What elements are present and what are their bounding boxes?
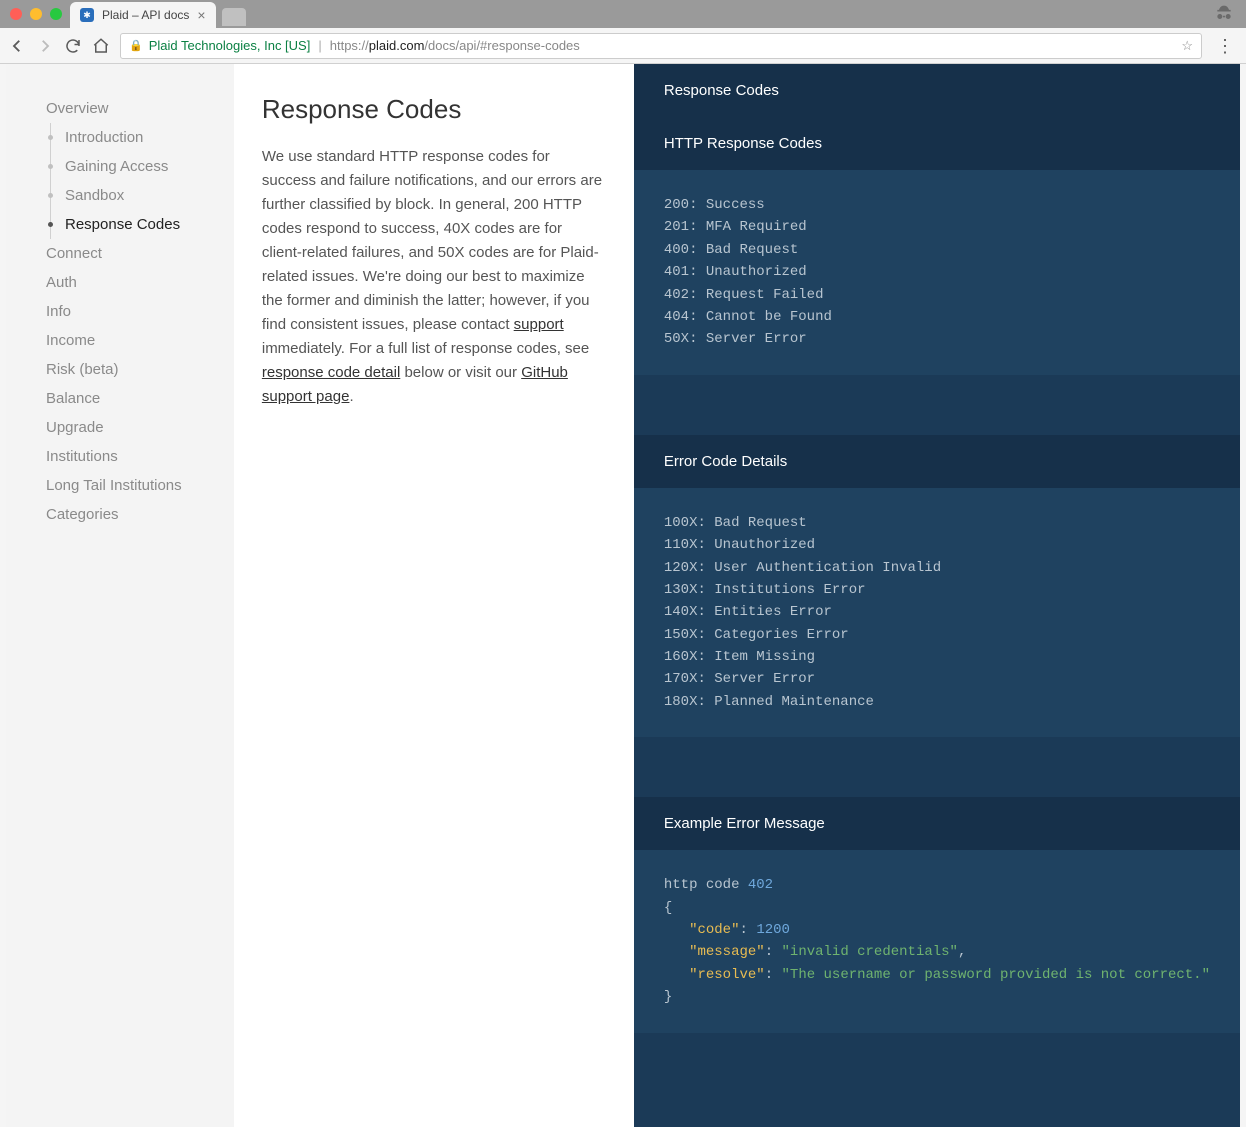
address-bar[interactable]: 🔒 Plaid Technologies, Inc [US] | https:/… <box>120 33 1202 59</box>
nav-forward-button[interactable] <box>36 37 54 55</box>
lock-icon: 🔒 <box>129 39 143 52</box>
code-title-response-codes: Response Codes <box>634 64 1240 117</box>
page-heading: Response Codes <box>262 94 606 125</box>
new-tab-button[interactable] <box>222 8 246 26</box>
sidebar-item-balance[interactable]: Balance <box>46 384 234 413</box>
url-display: https://plaid.com/docs/api/#response-cod… <box>330 38 580 53</box>
tab-title: Plaid – API docs <box>102 8 189 22</box>
cert-org-name: Plaid Technologies, Inc [US] <box>149 38 311 53</box>
code-title-http-response-codes: HTTP Response Codes <box>634 117 1240 170</box>
sidebar-item-risk[interactable]: Risk (beta) <box>46 355 234 384</box>
nav-home-button[interactable] <box>92 37 110 55</box>
window-minimize-button[interactable] <box>30 8 42 20</box>
example-error-block: http code 402 { "code": 1200 "message": … <box>634 850 1240 1032</box>
sidebar-item-long-tail-institutions[interactable]: Long Tail Institutions <box>46 471 234 500</box>
tab-close-icon[interactable]: × <box>197 7 205 23</box>
sidebar-item-institutions[interactable]: Institutions <box>46 442 234 471</box>
sidebar-item-income[interactable]: Income <box>46 326 234 355</box>
response-code-detail-link[interactable]: response code detail <box>262 364 400 381</box>
sidebar-subitem-introduction[interactable]: Introduction <box>51 123 234 152</box>
sidebar-item-auth[interactable]: Auth <box>46 268 234 297</box>
sidebar-subitem-gaining-access[interactable]: Gaining Access <box>51 152 234 181</box>
docs-sidebar: Overview Introduction Gaining Access San… <box>6 64 234 1127</box>
window-maximize-button[interactable] <box>50 8 62 20</box>
intro-paragraph: We use standard HTTP response codes for … <box>262 145 606 409</box>
nav-back-button[interactable] <box>8 37 26 55</box>
sidebar-item-info[interactable]: Info <box>46 297 234 326</box>
bookmark-star-icon[interactable]: ☆ <box>1181 38 1193 54</box>
titlebar: Plaid – API docs × <box>0 0 1246 28</box>
sidebar-item-upgrade[interactable]: Upgrade <box>46 413 234 442</box>
browser-toolbar: 🔒 Plaid Technologies, Inc [US] | https:/… <box>0 28 1246 64</box>
tab-strip: Plaid – API docs × <box>70 0 246 28</box>
main-text-column: Response Codes We use standard HTTP resp… <box>234 64 634 1127</box>
nav-reload-button[interactable] <box>64 37 82 55</box>
browser-menu-button[interactable]: ⋮ <box>1212 37 1238 55</box>
url-separator: | <box>318 38 321 53</box>
sidebar-overview-subitems: Introduction Gaining Access Sandbox Resp… <box>50 123 234 239</box>
page-body: Overview Introduction Gaining Access San… <box>0 64 1246 1127</box>
window-close-button[interactable] <box>10 8 22 20</box>
support-link[interactable]: support <box>514 316 564 333</box>
window-controls <box>10 8 62 20</box>
browser-chrome: Plaid – API docs × 🔒 Plaid Technologies,… <box>0 0 1246 64</box>
tab-favicon <box>80 8 94 22</box>
sidebar-subitem-response-codes[interactable]: Response Codes <box>51 210 234 239</box>
error-codes-block: 100X: Bad Request 110X: Unauthorized 120… <box>634 488 1240 738</box>
sidebar-item-connect[interactable]: Connect <box>46 239 234 268</box>
sidebar-item-categories[interactable]: Categories <box>46 500 234 529</box>
code-title-error-code-details: Error Code Details <box>634 435 1240 488</box>
sidebar-subitem-sandbox[interactable]: Sandbox <box>51 181 234 210</box>
incognito-icon <box>1214 4 1234 27</box>
http-codes-block: 200: Success 201: MFA Required 400: Bad … <box>634 170 1240 375</box>
code-title-example-error: Example Error Message <box>634 797 1240 850</box>
content-area: Response Codes We use standard HTTP resp… <box>234 64 1240 1127</box>
browser-tab-active[interactable]: Plaid – API docs × <box>70 2 216 28</box>
sidebar-item-overview[interactable]: Overview <box>46 94 234 123</box>
code-panel: Response Codes HTTP Response Codes 200: … <box>634 64 1240 1127</box>
